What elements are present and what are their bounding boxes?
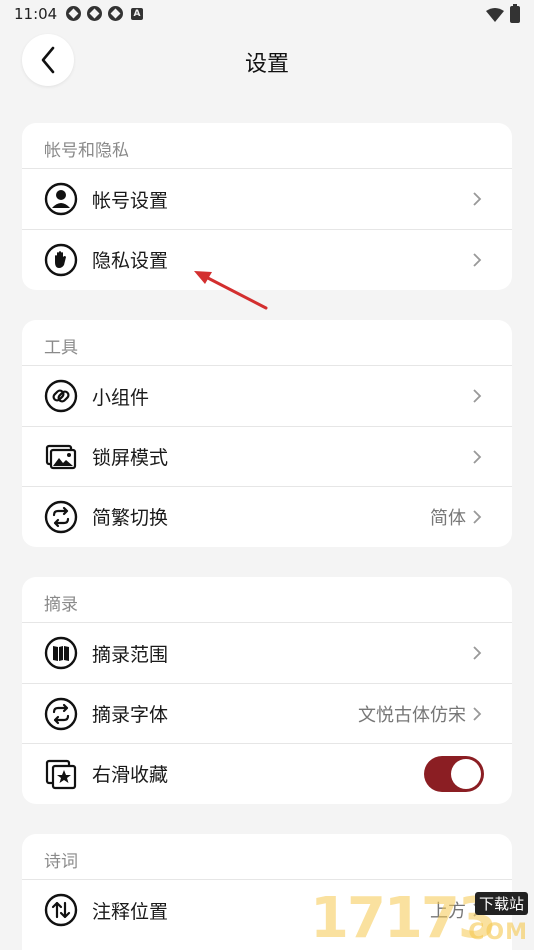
row-label: 摘录字体 <box>92 704 169 726</box>
toggle-knob <box>451 758 481 789</box>
row-label: 锁屏模式 <box>92 447 169 469</box>
chevron-right-icon <box>473 192 482 206</box>
status-time: 11:04 <box>14 5 58 23</box>
link-icon <box>44 379 78 413</box>
row-excerpt-font[interactable]: 摘录字体 文悦古体仿宋 <box>22 683 512 743</box>
hand-icon <box>44 243 78 276</box>
notification-icon <box>108 6 123 21</box>
chevron-right-icon <box>473 509 482 524</box>
star-icon <box>45 759 77 789</box>
watermark-digits: 17173 <box>310 886 497 950</box>
row-label: 摘录范围 <box>92 643 169 666</box>
row-label: 右滑收藏 <box>92 764 169 786</box>
swap-icon <box>44 697 78 730</box>
row-widget[interactable]: 小组件 <box>22 366 512 426</box>
chevron-right-icon <box>473 449 482 464</box>
notification-icon <box>66 6 81 21</box>
section-title: 工具 <box>22 320 512 366</box>
page-title: 设置 <box>244 52 289 77</box>
section-title: 摘录 <box>22 577 512 623</box>
watermark-logo: 17173 下载站 COM <box>300 880 534 950</box>
battery-icon <box>510 4 520 23</box>
image-icon <box>45 444 77 469</box>
row-account-settings[interactable]: 帐号设置 <box>22 169 512 229</box>
section-title: 帐号和隐私 <box>22 123 512 169</box>
watermark-domain: COM <box>468 920 528 945</box>
chevron-right-icon <box>473 646 482 660</box>
row-value: 简体 <box>430 507 466 529</box>
watermark-tag: 下载站 <box>474 892 528 915</box>
chevron-right-icon <box>473 252 482 267</box>
status-bar: 11:04 A <box>0 0 534 30</box>
chevron-right-icon <box>473 706 482 721</box>
row-label: 简繁切换 <box>92 507 169 529</box>
user-icon <box>44 182 78 216</box>
row-label: 帐号设置 <box>92 189 169 212</box>
row-swipe-favorite: 右滑收藏 <box>22 743 512 803</box>
book-icon <box>44 636 78 670</box>
wifi-icon <box>486 7 504 22</box>
section-tools: 工具 小组件 锁屏模式 简繁切换 简体 <box>22 320 512 547</box>
row-simplified-traditional[interactable]: 简繁切换 简体 <box>22 486 512 546</box>
row-value: 文悦古体仿宋 <box>358 704 466 726</box>
notification-icon <box>87 6 102 21</box>
swap-icon <box>44 500 78 533</box>
section-excerpt: 摘录 摘录范围 摘录字体 文悦古体仿宋 右滑收藏 <box>22 577 512 804</box>
section-account-privacy: 帐号和隐私 帐号设置 隐私设置 <box>22 123 512 290</box>
app-notification-icon: A <box>131 7 143 20</box>
row-label: 小组件 <box>92 386 150 409</box>
status-system-icons <box>486 4 520 23</box>
section-title: 诗词 <box>22 834 512 880</box>
row-lock-screen-mode[interactable]: 锁屏模式 <box>22 426 512 486</box>
chevron-right-icon <box>473 389 482 403</box>
annotation-arrow <box>194 271 268 310</box>
row-excerpt-range[interactable]: 摘录范围 <box>22 623 512 683</box>
swipe-favorite-toggle[interactable] <box>424 755 484 792</box>
status-notification-icons: A <box>66 6 143 21</box>
row-label: 隐私设置 <box>92 250 169 272</box>
sort-icon <box>44 893 78 927</box>
